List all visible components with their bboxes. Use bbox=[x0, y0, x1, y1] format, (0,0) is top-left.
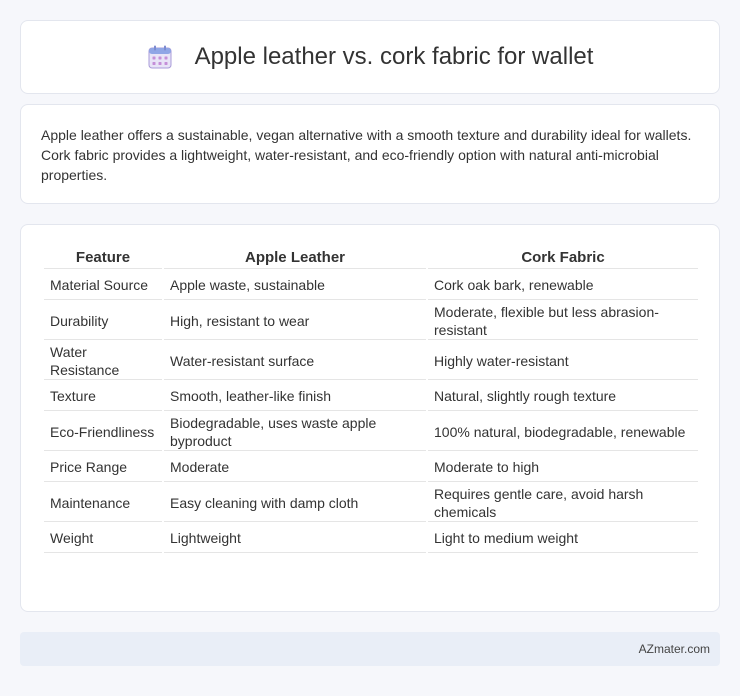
cell-cork: Cork oak bark, renewable bbox=[428, 271, 698, 300]
cell-cork: Moderate to high bbox=[428, 453, 698, 482]
cell-feature: Price Range bbox=[44, 453, 162, 482]
table-row: Material Source Apple waste, sustainable… bbox=[44, 271, 698, 300]
cell-apple: Water-resistant surface bbox=[164, 342, 426, 380]
page-title: Apple leather vs. cork fabric for wallet bbox=[194, 43, 594, 70]
table-row: Durability High, resistant to wear Moder… bbox=[44, 302, 698, 340]
cell-feature: Texture bbox=[44, 382, 162, 411]
cell-cork: Moderate, flexible but less abrasion-res… bbox=[428, 302, 698, 340]
table-row: Maintenance Easy cleaning with damp clot… bbox=[44, 484, 698, 522]
intro-card: Apple leather offers a sustainable, vega… bbox=[20, 104, 720, 204]
table-row: Weight Lightweight Light to medium weigh… bbox=[44, 524, 698, 553]
table-header-row: Feature Apple Leather Cork Fabric bbox=[44, 247, 698, 269]
title-card: Apple leather vs. cork fabric for wallet bbox=[20, 20, 720, 94]
calendar-icon bbox=[147, 44, 173, 70]
cell-feature: Weight bbox=[44, 524, 162, 553]
comparison-table-card: Feature Apple Leather Cork Fabric Materi… bbox=[20, 224, 720, 612]
header-cork-fabric: Cork Fabric bbox=[428, 247, 698, 269]
cell-apple: Apple waste, sustainable bbox=[164, 271, 426, 300]
comparison-table: Feature Apple Leather Cork Fabric Materi… bbox=[42, 245, 700, 555]
header-feature: Feature bbox=[44, 247, 162, 269]
cell-apple: Easy cleaning with damp cloth bbox=[164, 484, 426, 522]
table-row: Water Resistance Water-resistant surface… bbox=[44, 342, 698, 380]
cell-cork: Natural, slightly rough texture bbox=[428, 382, 698, 411]
header-apple-leather: Apple Leather bbox=[164, 247, 426, 269]
table-row: Eco-Friendliness Biodegradable, uses was… bbox=[44, 413, 698, 451]
cell-apple: Lightweight bbox=[164, 524, 426, 553]
cell-cork: 100% natural, biodegradable, renewable bbox=[428, 413, 698, 451]
cell-cork: Highly water-resistant bbox=[428, 342, 698, 380]
cell-feature: Eco-Friendliness bbox=[44, 413, 162, 451]
cell-apple: Moderate bbox=[164, 453, 426, 482]
intro-text: Apple leather offers a sustainable, vega… bbox=[41, 127, 692, 183]
cell-cork: Light to medium weight bbox=[428, 524, 698, 553]
footer-bar: AZmater.com bbox=[20, 632, 720, 666]
cell-feature: Maintenance bbox=[44, 484, 162, 522]
cell-feature: Material Source bbox=[44, 271, 162, 300]
cell-apple: High, resistant to wear bbox=[164, 302, 426, 340]
footer-brand: AZmater.com bbox=[638, 642, 710, 656]
table-row: Price Range Moderate Moderate to high bbox=[44, 453, 698, 482]
cell-apple: Biodegradable, uses waste apple byproduc… bbox=[164, 413, 426, 451]
cell-cork: Requires gentle care, avoid harsh chemic… bbox=[428, 484, 698, 522]
cell-feature: Durability bbox=[44, 302, 162, 340]
cell-feature: Water Resistance bbox=[44, 342, 162, 380]
cell-apple: Smooth, leather-like finish bbox=[164, 382, 426, 411]
table-row: Texture Smooth, leather-like finish Natu… bbox=[44, 382, 698, 411]
